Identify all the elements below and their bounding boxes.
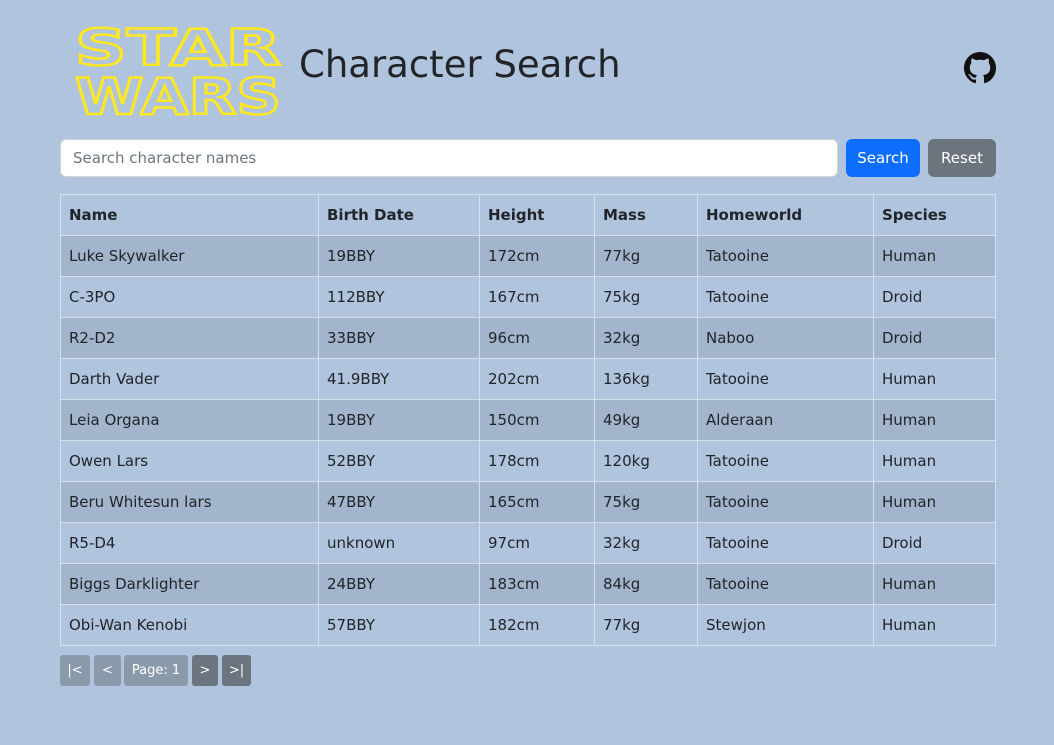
cell-mass: 77kg <box>594 604 698 646</box>
cell-species: Human <box>873 358 996 400</box>
github-icon[interactable] <box>964 52 996 84</box>
cell-height: 96cm <box>479 317 595 359</box>
cell-homeworld: Tatooine <box>697 440 874 482</box>
cell-species: Droid <box>873 522 996 564</box>
cell-name: R5-D4 <box>60 522 319 564</box>
cell-homeworld: Tatooine <box>697 235 874 277</box>
cell-name: R2-D2 <box>60 317 319 359</box>
table-row: R5-D4 unknown 97cm 32kg Tatooine Droid <box>60 522 996 564</box>
table-row: Leia Organa 19BBY 150cm 49kg Alderaan Hu… <box>60 399 996 441</box>
cell-height: 202cm <box>479 358 595 400</box>
next-page-button[interactable]: > <box>192 655 218 686</box>
cell-height: 183cm <box>479 563 595 605</box>
cell-name: Luke Skywalker <box>60 235 319 277</box>
cell-height: 172cm <box>479 235 595 277</box>
cell-species: Human <box>873 440 996 482</box>
reset-button[interactable]: Reset <box>928 139 996 177</box>
cell-height: 150cm <box>479 399 595 441</box>
svg-text:WARS: WARS <box>75 68 281 118</box>
cell-height: 167cm <box>479 276 595 318</box>
search-button[interactable]: Search <box>846 139 920 177</box>
cell-homeworld: Tatooine <box>697 276 874 318</box>
cell-birth-date: 19BBY <box>318 235 480 277</box>
cell-height: 178cm <box>479 440 595 482</box>
cell-height: 182cm <box>479 604 595 646</box>
cell-name: Owen Lars <box>60 440 319 482</box>
cell-species: Human <box>873 481 996 523</box>
character-table: Name Birth Date Height Mass Homeworld Sp… <box>60 194 996 646</box>
cell-homeworld: Stewjon <box>697 604 874 646</box>
table-row: Owen Lars 52BBY 178cm 120kg Tatooine Hum… <box>60 440 996 482</box>
cell-homeworld: Tatooine <box>697 481 874 523</box>
cell-species: Human <box>873 563 996 605</box>
cell-birth-date: 41.9BBY <box>318 358 480 400</box>
table-row: Beru Whitesun lars 47BBY 165cm 75kg Tato… <box>60 481 996 523</box>
cell-mass: 75kg <box>594 481 698 523</box>
cell-birth-date: 112BBY <box>318 276 480 318</box>
table-body: Luke Skywalker 19BBY 172cm 77kg Tatooine… <box>60 235 996 646</box>
cell-species: Human <box>873 399 996 441</box>
cell-mass: 49kg <box>594 399 698 441</box>
search-bar: Search Reset <box>60 139 996 177</box>
app-container: STAR WARS Character Search Search Reset … <box>60 0 996 687</box>
cell-homeworld: Tatooine <box>697 358 874 400</box>
cell-birth-date: 57BBY <box>318 604 480 646</box>
cell-mass: 32kg <box>594 317 698 359</box>
cell-height: 165cm <box>479 481 595 523</box>
column-header-species[interactable]: Species <box>873 194 996 236</box>
cell-birth-date: 33BBY <box>318 317 480 359</box>
table-row: Obi-Wan Kenobi 57BBY 182cm 77kg Stewjon … <box>60 604 996 646</box>
column-header-height[interactable]: Height <box>479 194 595 236</box>
cell-species: Droid <box>873 317 996 359</box>
table-header-row: Name Birth Date Height Mass Homeworld Sp… <box>60 194 996 236</box>
cell-mass: 77kg <box>594 235 698 277</box>
cell-height: 97cm <box>479 522 595 564</box>
page-indicator: Page: 1 <box>124 655 188 686</box>
page-title: Character Search <box>299 43 621 86</box>
column-header-homeworld[interactable]: Homeworld <box>697 194 874 236</box>
pagination: |< < Page: 1 > >| <box>60 655 996 687</box>
first-page-button[interactable]: |< <box>60 655 90 686</box>
last-page-button[interactable]: >| <box>222 655 251 686</box>
table-row: Luke Skywalker 19BBY 172cm 77kg Tatooine… <box>60 235 996 277</box>
cell-mass: 84kg <box>594 563 698 605</box>
cell-birth-date: 52BBY <box>318 440 480 482</box>
search-input[interactable] <box>60 139 838 177</box>
cell-mass: 120kg <box>594 440 698 482</box>
table-row: R2-D2 33BBY 96cm 32kg Naboo Droid <box>60 317 996 359</box>
star-wars-logo: STAR WARS <box>68 20 288 118</box>
cell-birth-date: 19BBY <box>318 399 480 441</box>
table-row: C-3PO 112BBY 167cm 75kg Tatooine Droid <box>60 276 996 318</box>
cell-birth-date: 47BBY <box>318 481 480 523</box>
cell-species: Human <box>873 235 996 277</box>
cell-homeworld: Tatooine <box>697 563 874 605</box>
column-header-name[interactable]: Name <box>60 194 319 236</box>
cell-name: Leia Organa <box>60 399 319 441</box>
cell-homeworld: Tatooine <box>697 522 874 564</box>
cell-name: Obi-Wan Kenobi <box>60 604 319 646</box>
cell-name: Biggs Darklighter <box>60 563 319 605</box>
table-row: Biggs Darklighter 24BBY 183cm 84kg Tatoo… <box>60 563 996 605</box>
table-row: Darth Vader 41.9BBY 202cm 136kg Tatooine… <box>60 358 996 400</box>
cell-mass: 32kg <box>594 522 698 564</box>
cell-name: C-3PO <box>60 276 319 318</box>
cell-mass: 75kg <box>594 276 698 318</box>
previous-page-button[interactable]: < <box>94 655 121 686</box>
cell-species: Human <box>873 604 996 646</box>
cell-birth-date: unknown <box>318 522 480 564</box>
cell-homeworld: Naboo <box>697 317 874 359</box>
cell-birth-date: 24BBY <box>318 563 480 605</box>
column-header-birth-date[interactable]: Birth Date <box>318 194 480 236</box>
cell-species: Droid <box>873 276 996 318</box>
cell-name: Darth Vader <box>60 358 319 400</box>
cell-name: Beru Whitesun lars <box>60 481 319 523</box>
cell-homeworld: Alderaan <box>697 399 874 441</box>
cell-mass: 136kg <box>594 358 698 400</box>
column-header-mass[interactable]: Mass <box>594 194 698 236</box>
header: STAR WARS Character Search <box>60 0 996 139</box>
